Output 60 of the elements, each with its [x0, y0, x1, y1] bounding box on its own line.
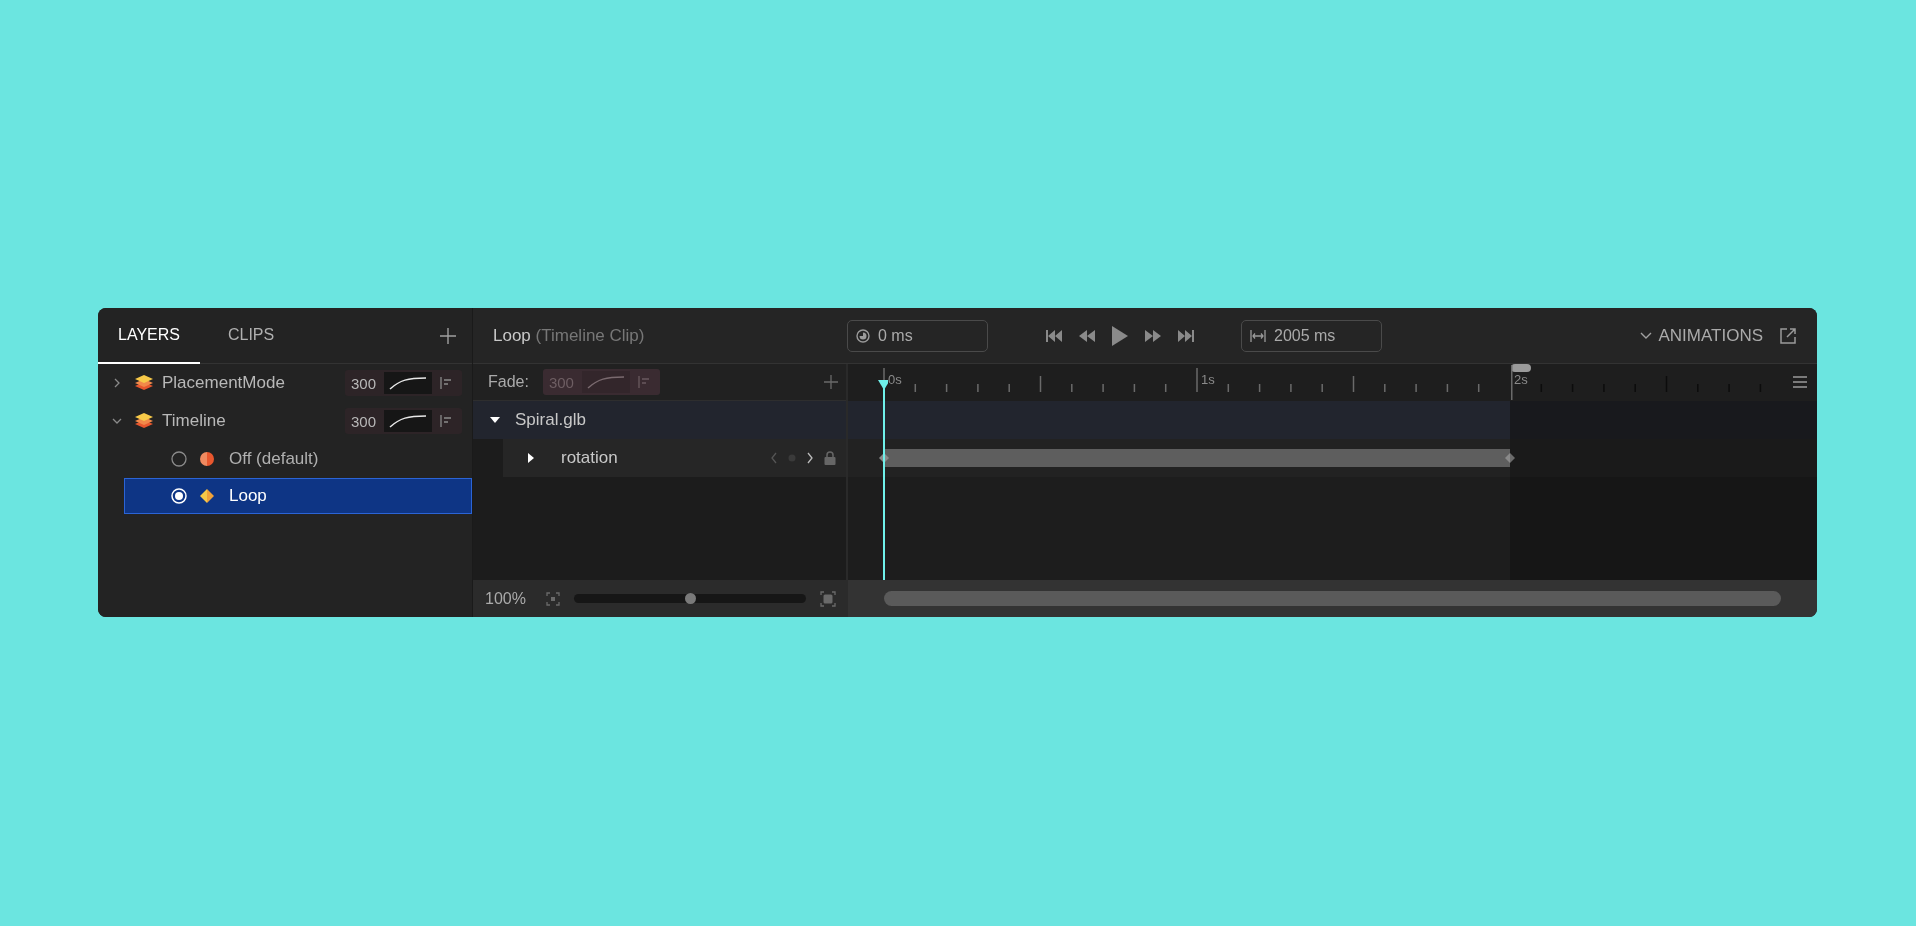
time-label: 1s [1201, 373, 1215, 387]
fade-label: Fade: [488, 373, 529, 391]
caret-icon [1640, 331, 1653, 340]
skip-to-start-icon[interactable] [1045, 328, 1063, 343]
menu-icon[interactable] [1793, 376, 1807, 388]
add-icon[interactable] [440, 327, 456, 344]
curve-icon [388, 414, 428, 428]
zoom-fill-icon[interactable] [820, 590, 836, 607]
duration-field[interactable]: 2005 ms [1241, 319, 1382, 352]
align-icon[interactable] [440, 415, 452, 427]
zoom-label: 100% [485, 589, 526, 608]
state-name: Off (default) [229, 449, 319, 469]
chevron-right-icon[interactable] [112, 378, 122, 388]
diamond-icon [199, 488, 215, 504]
fade-duration: 300 [350, 374, 376, 392]
zoom-slider[interactable] [573, 594, 806, 603]
property-row[interactable]: rotation [503, 439, 846, 477]
property-name: rotation [561, 448, 618, 468]
rewind-icon[interactable] [1079, 329, 1095, 342]
fast-forward-icon[interactable] [1145, 329, 1161, 342]
tab[interactable]: LAYERS [98, 308, 200, 364]
layer-row[interactable]: Timeline 300 [98, 402, 472, 440]
layer-name: PlacementMode [162, 373, 285, 393]
skip-to-end-icon[interactable] [1177, 328, 1195, 343]
time-label: 0s [888, 373, 902, 387]
fade-control[interactable]: 300 [344, 408, 462, 434]
layer-name: Timeline [162, 411, 226, 431]
half-circle-icon [199, 451, 215, 467]
slider-thumb[interactable] [684, 593, 696, 604]
horizontal-scrollbar[interactable] [884, 591, 1781, 606]
track-row[interactable]: Spiral.glb [473, 401, 846, 439]
clock-icon [856, 328, 870, 343]
layer-row[interactable]: PlacementMode 300 [98, 364, 472, 402]
state-row[interactable]: Off (default) [124, 441, 472, 477]
time-label: 2s [1514, 373, 1528, 387]
end-handle[interactable] [1510, 364, 1532, 400]
state-row[interactable]: Loop [124, 478, 472, 514]
layers-icon [134, 411, 154, 431]
width-icon [1250, 328, 1266, 343]
layers-icon [134, 373, 154, 393]
align-icon[interactable] [440, 377, 452, 389]
time-field[interactable]: 0 ms [847, 319, 988, 352]
radio-button[interactable] [171, 451, 187, 467]
clip-title: Loop (Timeline Clip) [493, 325, 646, 346]
curve-icon [388, 376, 428, 390]
open-external-icon[interactable] [1779, 326, 1797, 345]
play-icon[interactable] [1111, 324, 1129, 347]
curve-icon [585, 375, 626, 389]
fade-duration: 300 [350, 412, 376, 430]
zoom-fit-icon[interactable] [545, 591, 560, 606]
animations-toggle[interactable]: ANIMATIONS [1640, 325, 1763, 346]
track-name: Spiral.glb [515, 410, 586, 430]
state-name: Loop [229, 486, 267, 506]
easing-curve[interactable] [384, 410, 432, 432]
tab[interactable]: CLIPS [207, 308, 295, 364]
next-key-icon[interactable] [806, 452, 814, 464]
lock-icon[interactable] [824, 451, 836, 465]
easing-curve[interactable] [384, 372, 432, 394]
fade-control[interactable]: 300 [344, 370, 462, 396]
chevron-down-icon[interactable] [112, 416, 122, 426]
